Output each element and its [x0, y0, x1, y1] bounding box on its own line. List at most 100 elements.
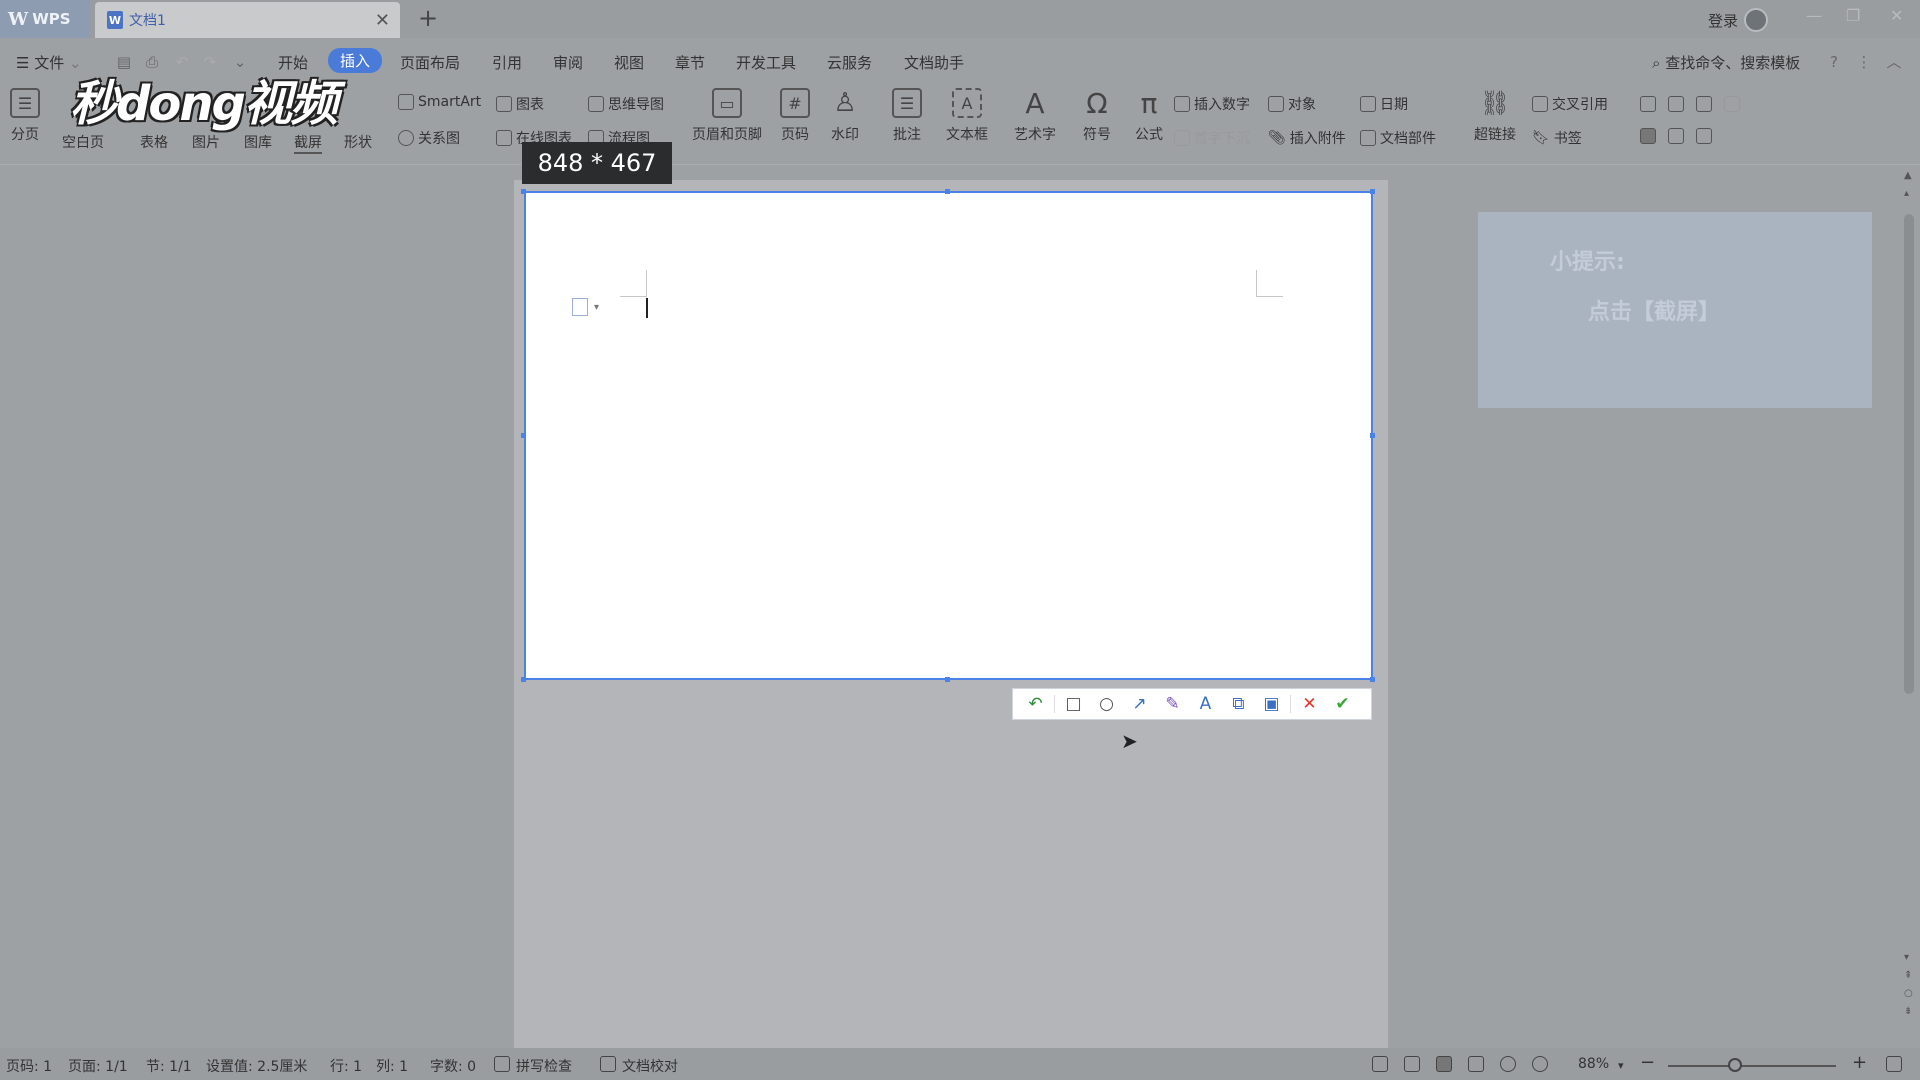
maximize-icon[interactable]: ❐: [1846, 6, 1860, 25]
resize-handle-s[interactable]: [945, 677, 950, 682]
status-col[interactable]: 列: 1: [376, 1056, 408, 1076]
screenshot-button[interactable]: 截屏: [294, 132, 322, 154]
list-field-icon[interactable]: [1696, 96, 1712, 112]
tab-doc-assistant[interactable]: 文档助手: [904, 52, 964, 73]
document-tab[interactable]: W 文档1 ✕: [95, 2, 400, 38]
tab-dev-tools[interactable]: 开发工具: [736, 52, 796, 73]
eye-protection-icon[interactable]: [1532, 1056, 1548, 1072]
insert-number-button[interactable]: 插入数字: [1174, 94, 1250, 114]
form-field-icon[interactable]: [1724, 96, 1740, 112]
tab-cloud-service[interactable]: 云服务: [827, 52, 872, 73]
gallery-button[interactable]: 图库: [244, 132, 272, 152]
resize-handle-w[interactable]: [521, 433, 526, 438]
smartart-button[interactable]: SmartArt: [398, 94, 481, 110]
zoom-level[interactable]: 88%: [1578, 1056, 1609, 1072]
zoom-slider[interactable]: [1668, 1065, 1836, 1067]
scrollbar-thumb[interactable]: [1904, 214, 1914, 694]
layout-icon-2[interactable]: [1668, 128, 1684, 144]
scroll-up-icon[interactable]: ▴: [1904, 188, 1909, 199]
tab-view[interactable]: 视图: [614, 52, 644, 73]
status-page-num[interactable]: 页码: 1: [6, 1056, 52, 1076]
next-page-icon[interactable]: ⇟: [1904, 1006, 1912, 1017]
read-mode-icon[interactable]: [1404, 1056, 1420, 1072]
resize-handle-nw[interactable]: [521, 189, 526, 194]
shape-button[interactable]: 形状: [344, 132, 372, 152]
grid-icon-1[interactable]: [1640, 96, 1656, 112]
scroll-down-icon[interactable]: ▾: [1904, 952, 1909, 963]
cancel-tool-icon[interactable]: ✕: [1293, 690, 1326, 718]
fullscreen-icon[interactable]: [1372, 1056, 1388, 1072]
minimize-icon[interactable]: —: [1806, 6, 1822, 25]
select-browse-icon[interactable]: ○: [1904, 988, 1913, 999]
page-break-button[interactable]: ☰ 分页: [10, 88, 40, 144]
resize-handle-se[interactable]: [1370, 677, 1375, 682]
hyperlink-button[interactable]: ⛓ 超链接: [1474, 88, 1516, 144]
copy-tool-icon[interactable]: ⧉: [1222, 690, 1255, 718]
date-button[interactable]: 日期: [1360, 94, 1408, 114]
resize-handle-n[interactable]: [945, 189, 950, 194]
more-options-icon[interactable]: ⋮: [1856, 54, 1872, 70]
new-tab-button[interactable]: +: [418, 4, 438, 32]
close-tab-icon[interactable]: ✕: [375, 10, 390, 31]
outline-view-icon[interactable]: [1468, 1056, 1484, 1072]
textbox-button[interactable]: A 文本框: [946, 88, 988, 144]
resize-handle-e[interactable]: [1370, 433, 1375, 438]
status-section[interactable]: 节: 1/1: [146, 1056, 192, 1076]
status-word-count[interactable]: 字数: 0: [430, 1056, 476, 1076]
brush-tool-icon[interactable]: ✎: [1156, 690, 1189, 718]
scroll-top-icon[interactable]: ▲: [1904, 170, 1912, 181]
prev-page-icon[interactable]: ⇞: [1904, 970, 1912, 981]
ellipse-tool-icon[interactable]: ○: [1090, 690, 1123, 718]
save-tool-icon[interactable]: ▣: [1255, 690, 1288, 718]
formula-button[interactable]: π 公式: [1134, 87, 1164, 144]
page-number-button[interactable]: # 页码: [780, 88, 810, 144]
close-window-icon[interactable]: ✕: [1890, 6, 1903, 25]
login-button[interactable]: 登录: [1708, 8, 1769, 32]
watermark-button[interactable]: ♙ 水印: [830, 88, 860, 144]
table-button[interactable]: 表格: [140, 132, 168, 152]
spell-check-button[interactable]: 拼写检查: [516, 1056, 572, 1076]
status-setting[interactable]: 设置值: 2.5厘米: [206, 1056, 307, 1076]
layout-icon-3[interactable]: [1696, 128, 1712, 144]
mindmap-button[interactable]: 思维导图: [588, 94, 664, 114]
object-button[interactable]: 对象: [1268, 94, 1316, 114]
drop-cap-button[interactable]: 首字下沉: [1174, 128, 1250, 148]
picture-button[interactable]: 图片: [192, 132, 220, 152]
page-view-icon[interactable]: [1436, 1056, 1452, 1072]
blank-page-button[interactable]: 空白页: [62, 132, 104, 152]
paste-options-icon[interactable]: [572, 298, 588, 316]
zoom-out-icon[interactable]: −: [1640, 1052, 1655, 1073]
arrow-tool-icon[interactable]: ↗: [1123, 690, 1156, 718]
doc-parts-button[interactable]: 文档部件: [1360, 128, 1436, 148]
zoom-dropdown-icon[interactable]: ▾: [1618, 1059, 1624, 1072]
doc-proof-button[interactable]: 文档校对: [622, 1056, 678, 1076]
web-view-icon[interactable]: [1500, 1056, 1516, 1072]
collapse-ribbon-icon[interactable]: ︿: [1886, 54, 1902, 70]
chart-button[interactable]: 图表: [496, 94, 544, 114]
tab-insert[interactable]: 插入: [328, 48, 383, 73]
symbol-button[interactable]: Ω 符号: [1082, 87, 1112, 144]
help-icon[interactable]: ?: [1826, 54, 1842, 70]
tab-review[interactable]: 审阅: [553, 52, 583, 73]
resize-handle-ne[interactable]: [1370, 189, 1375, 194]
resize-handle-sw[interactable]: [521, 677, 526, 682]
tab-chapter[interactable]: 章节: [675, 52, 705, 73]
comment-button[interactable]: ☰ 批注: [892, 88, 922, 144]
vertical-scrollbar[interactable]: ▲ ▴ ▾ ⇞ ○ ⇟: [1898, 170, 1920, 1040]
checkbox-field-icon[interactable]: [1668, 96, 1684, 112]
text-tool-icon[interactable]: A: [1189, 690, 1222, 718]
layout-icon-1[interactable]: [1640, 128, 1656, 144]
wps-home-tab[interactable]: W WPS: [0, 0, 90, 38]
rectangle-tool-icon[interactable]: □: [1057, 690, 1090, 718]
zoom-in-icon[interactable]: +: [1852, 1052, 1867, 1073]
header-footer-button[interactable]: ▭ 页眉和页脚: [692, 88, 762, 144]
tab-page-layout[interactable]: 页面布局: [400, 52, 460, 73]
bookmark-button[interactable]: 🔖︎ 书签: [1532, 128, 1582, 148]
undo-tool-icon[interactable]: ↶: [1019, 690, 1052, 718]
status-row[interactable]: 行: 1: [330, 1056, 362, 1076]
command-search[interactable]: ⌕ 查找命令、搜索模板: [1652, 52, 1800, 73]
cross-ref-button[interactable]: 交叉引用: [1532, 94, 1608, 114]
wordart-button[interactable]: A 艺术字: [1014, 87, 1056, 144]
attachment-button[interactable]: 📎︎ 插入附件: [1268, 128, 1346, 148]
screenshot-selection-area[interactable]: [524, 191, 1373, 680]
